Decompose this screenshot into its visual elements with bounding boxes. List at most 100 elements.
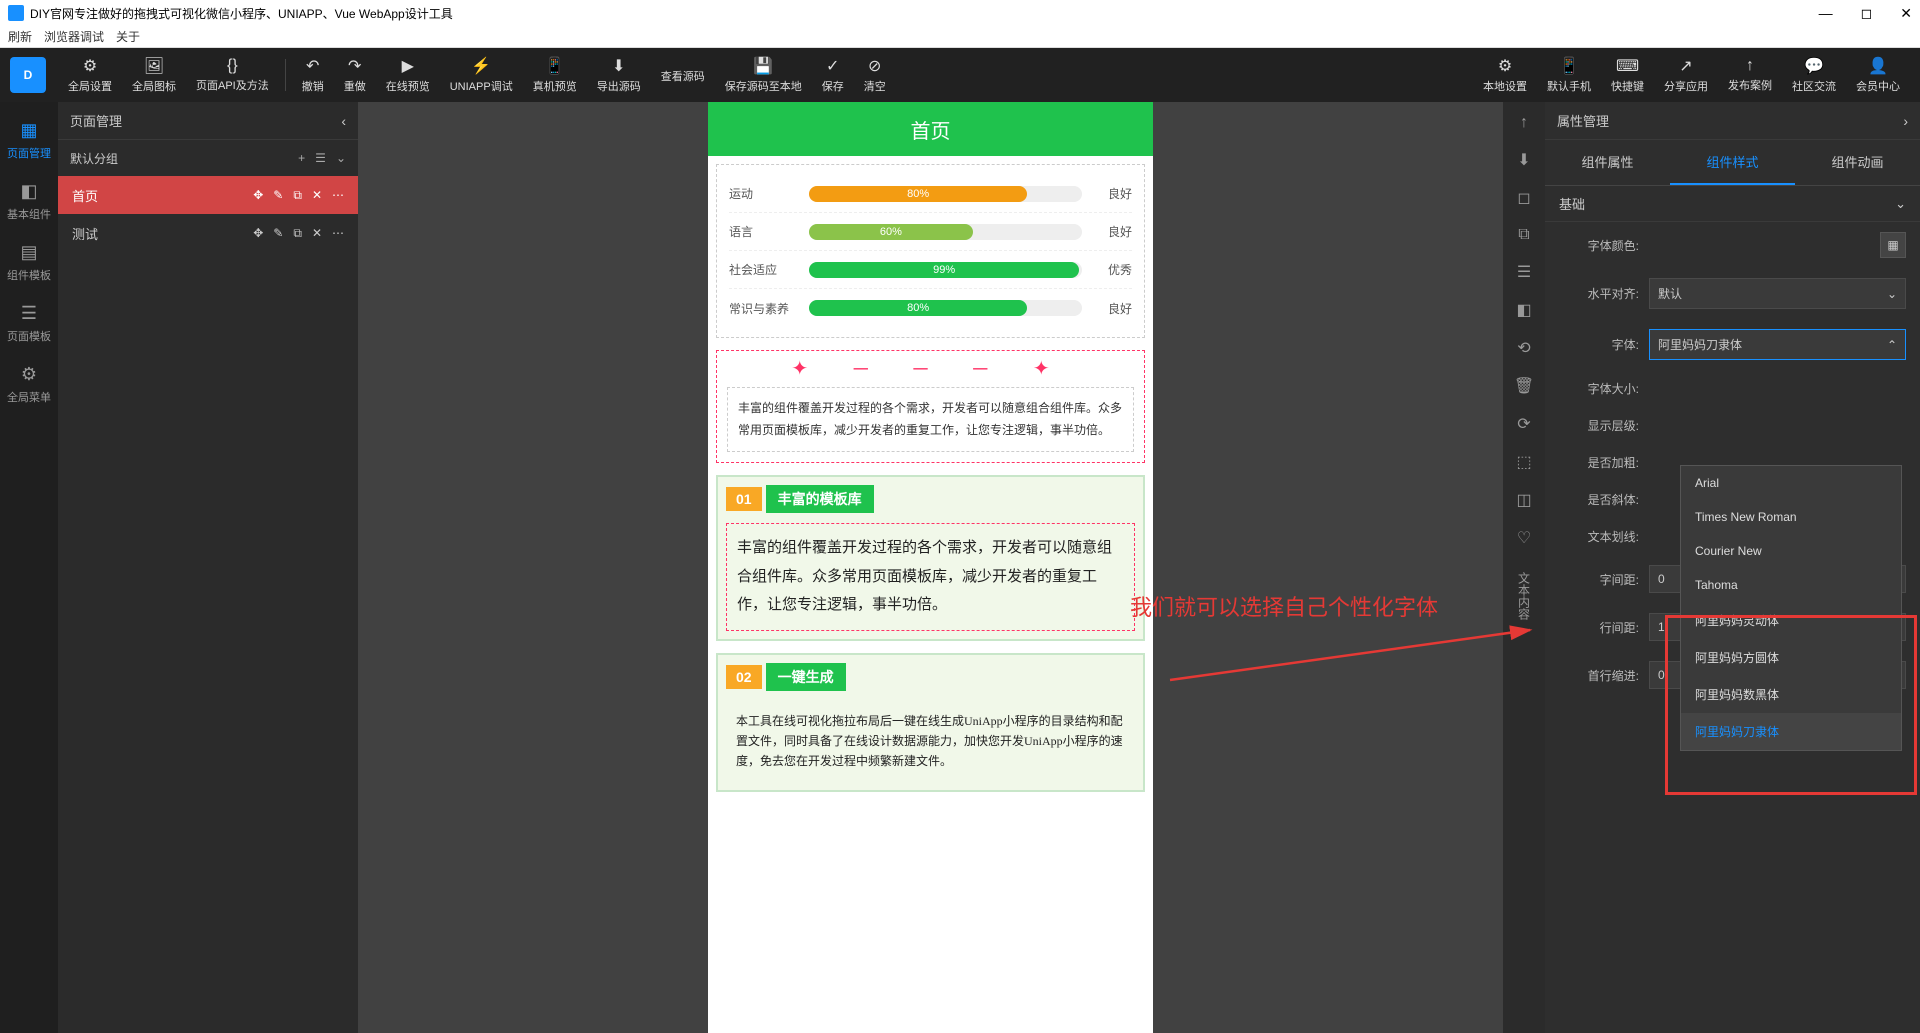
chevron-down-icon[interactable]: ⌄ <box>1895 196 1906 212</box>
chevron-down-icon[interactable]: ⌄ <box>336 151 346 165</box>
font-option[interactable]: Courier New <box>1681 534 1901 568</box>
tool-导出源码[interactable]: ⬇导出源码 <box>587 56 651 94</box>
tool-默认手机[interactable]: 📱默认手机 <box>1537 56 1601 94</box>
tool-快捷键[interactable]: ⌨快捷键 <box>1601 56 1654 94</box>
section-card-2[interactable]: 02 一键生成 本工具在线可视化拖拉布局后一键在线生成UniApp小程序的目录结… <box>716 653 1145 792</box>
tool-查看源码[interactable]: 查看源码 <box>651 66 715 84</box>
expand-icon[interactable]: › <box>1903 113 1908 129</box>
edit-icon[interactable]: ✎ <box>273 226 283 241</box>
section-card-1[interactable]: 01 丰富的模板库 丰富的组件覆盖开发过程的各个需求，开发者可以随意组合组件库。… <box>716 475 1145 641</box>
tool-本地设置[interactable]: ⚙本地设置 <box>1473 56 1537 94</box>
phone-preview: 首页 运动80%良好语言60%良好社会适应99%优秀常识与素养80%良好 ✦ ─… <box>708 102 1153 1033</box>
tool-在线预览[interactable]: ▶在线预览 <box>376 56 440 94</box>
prop-font-label: 字体: <box>1559 336 1649 353</box>
progress-row: 社会适应99%优秀 <box>729 251 1132 289</box>
progress-row: 运动80%良好 <box>729 175 1132 213</box>
right-tool-icon[interactable]: ◻ <box>1517 188 1530 208</box>
page-group-row[interactable]: 默认分组 + ☰ ⌄ <box>58 140 358 176</box>
tool-保存源码至本地[interactable]: 💾保存源码至本地 <box>715 56 812 94</box>
close-icon[interactable]: ✕ <box>1900 5 1912 22</box>
tool-发布案例[interactable]: ↑发布案例 <box>1718 57 1782 93</box>
right-tool-icon[interactable]: ⬚ <box>1516 452 1531 472</box>
page-item-测试[interactable]: 测试✥✎⧉✕⋯ <box>58 214 358 252</box>
prop-fontsize-label: 字体大小: <box>1559 380 1649 397</box>
tool-重做[interactable]: ↷重做 <box>334 56 376 94</box>
right-tool-icon[interactable]: ◫ <box>1516 490 1531 510</box>
font-option[interactable]: 阿里妈妈数黑体 <box>1681 676 1901 713</box>
leftnav-全局菜单[interactable]: ⚙全局菜单 <box>0 354 58 415</box>
move-icon[interactable]: ✥ <box>253 226 263 241</box>
right-tool-icon[interactable]: ◧ <box>1516 300 1531 320</box>
font-option[interactable]: Arial <box>1681 466 1901 500</box>
right-tool-icon[interactable]: ↑ <box>1520 114 1528 132</box>
page-panel-header: 页面管理 ‹ <box>58 102 358 140</box>
right-tool-icon[interactable]: ☰ <box>1517 262 1531 282</box>
tool-真机预览[interactable]: 📱真机预览 <box>523 56 587 94</box>
font-option[interactable]: 阿里妈妈刀隶体 <box>1681 713 1901 750</box>
prop-letterspacing-label: 字间距: <box>1559 571 1649 588</box>
minimize-icon[interactable]: — <box>1819 5 1833 22</box>
prop-section-basic[interactable]: 基础 ⌄ <box>1545 186 1920 222</box>
menu-refresh[interactable]: 刷新 <box>8 28 32 45</box>
right-tool-icon[interactable]: 🗑 <box>1514 376 1534 396</box>
halign-select[interactable]: 默认 ⌄ <box>1649 278 1906 309</box>
progress-card[interactable]: 运动80%良好语言60%良好社会适应99%优秀常识与素养80%良好 <box>716 164 1145 338</box>
prop-tab-组件样式[interactable]: 组件样式 <box>1670 140 1795 185</box>
prop-tab-组件动画[interactable]: 组件动画 <box>1795 140 1920 185</box>
tool-会员中心[interactable]: 👤会员中心 <box>1846 56 1910 94</box>
tool-保存[interactable]: ✓保存 <box>812 56 854 94</box>
right-tool-text[interactable]: 文本内容 <box>1516 572 1533 620</box>
quote-card[interactable]: ✦ ─ ─ ─ ✦ 丰富的组件覆盖开发过程的各个需求，开发者可以随意组合组件库。… <box>716 350 1145 463</box>
leftnav-基本组件[interactable]: ◧基本组件 <box>0 171 58 232</box>
font-option[interactable]: Times New Roman <box>1681 500 1901 534</box>
font-option[interactable]: 阿里妈妈方圆体 <box>1681 639 1901 676</box>
font-dropdown[interactable]: ArialTimes New RomanCourier NewTahoma阿里妈… <box>1680 465 1902 751</box>
logo-icon[interactable]: D <box>10 57 46 93</box>
toolbar: D ⚙全局设置🖼全局图标{}页面API及方法 ↶撤销↷重做▶在线预览⚡UNIAPP… <box>0 48 1920 102</box>
tool-全局图标[interactable]: 🖼全局图标 <box>122 56 186 94</box>
prop-tabs: 组件属性组件样式组件动画 <box>1545 140 1920 186</box>
font-option[interactable]: 阿里妈妈灵动体 <box>1681 602 1901 639</box>
tool-清空[interactable]: ⊘清空 <box>854 56 896 94</box>
tool-社区交流[interactable]: 💬社区交流 <box>1782 56 1846 94</box>
right-tool-icon[interactable]: ⟲ <box>1517 338 1530 358</box>
group-label: 默认分组 <box>70 150 118 167</box>
color-picker[interactable]: ▦ <box>1880 232 1906 258</box>
more-icon[interactable]: ⋯ <box>332 226 344 241</box>
leftnav-页面模板[interactable]: ☰页面模板 <box>0 293 58 354</box>
tool-分享应用[interactable]: ↗分享应用 <box>1654 56 1718 94</box>
right-tool-icon[interactable]: ⬇ <box>1517 150 1530 170</box>
prop-tab-组件属性[interactable]: 组件属性 <box>1545 140 1670 185</box>
leftnav-组件模板[interactable]: ▤组件模板 <box>0 232 58 293</box>
chevron-up-icon: ⌃ <box>1887 338 1897 352</box>
font-select[interactable]: 阿里妈妈刀隶体 ⌃ <box>1649 329 1906 360</box>
list-icon[interactable]: ☰ <box>315 151 326 165</box>
tool-全局设置[interactable]: ⚙全局设置 <box>58 56 122 94</box>
right-tool-icon[interactable]: ♡ <box>1517 528 1531 548</box>
tool-页面API及方法[interactable]: {}页面API及方法 <box>186 57 279 93</box>
right-tool-icon[interactable]: ⧉ <box>1518 226 1529 244</box>
right-tools: ↑ ⬇ ◻ ⧉ ☰ ◧ ⟲ 🗑 ⟳ ⬚ ◫ ♡ 文本内容 <box>1503 102 1545 1033</box>
prop-decoration-label: 文本划线: <box>1559 528 1649 545</box>
font-option[interactable]: Tahoma <box>1681 568 1901 602</box>
page-item-首页[interactable]: 首页✥✎⧉✕⋯ <box>58 176 358 214</box>
lineheight-value: 1 <box>1658 620 1665 634</box>
tool-UNIAPP调试[interactable]: ⚡UNIAPP调试 <box>440 56 523 94</box>
maximize-icon[interactable]: ◻ <box>1861 5 1873 22</box>
prop-section-label: 基础 <box>1559 194 1585 213</box>
menu-about[interactable]: 关于 <box>116 28 140 45</box>
collapse-icon[interactable]: ‹ <box>341 113 346 129</box>
right-tool-icon[interactable]: ⟳ <box>1517 414 1530 434</box>
copy-icon[interactable]: ⧉ <box>293 188 302 203</box>
delete-icon[interactable]: ✕ <box>312 188 322 203</box>
tool-撤销[interactable]: ↶撤销 <box>292 56 334 94</box>
leftnav-页面管理[interactable]: ▦页面管理 <box>0 110 58 171</box>
progress-row: 语言60%良好 <box>729 213 1132 251</box>
more-icon[interactable]: ⋯ <box>332 188 344 203</box>
copy-icon[interactable]: ⧉ <box>293 226 302 241</box>
move-icon[interactable]: ✥ <box>253 188 263 203</box>
add-icon[interactable]: + <box>298 151 305 165</box>
edit-icon[interactable]: ✎ <box>273 188 283 203</box>
delete-icon[interactable]: ✕ <box>312 226 322 241</box>
menu-browser-debug[interactable]: 浏览器调试 <box>44 28 104 45</box>
